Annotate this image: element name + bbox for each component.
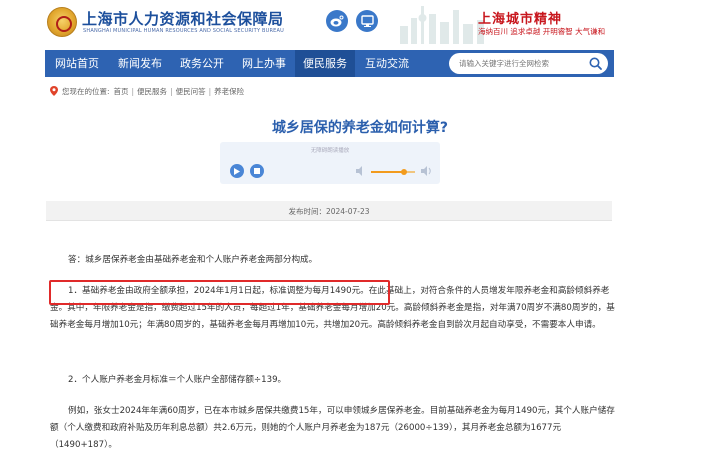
play-button[interactable] bbox=[230, 164, 244, 178]
volume-slider[interactable] bbox=[371, 169, 415, 175]
site-name[interactable]: 上海市人力资源和社会保障局 bbox=[82, 8, 284, 29]
nav-item-gov-info[interactable]: 政务公开 bbox=[171, 50, 233, 77]
paragraph-intro: 答：城乡居保养老金由基础养老金和个人账户养老金两部分构成。 bbox=[68, 255, 318, 265]
site-name-en: SHANGHAI MUNICIPAL HUMAN RESOURCES AND S… bbox=[83, 28, 284, 34]
paragraph-example: 例如，张女士2024年年满60周岁，已在本市城乡居保共缴费15年，可以申领城乡居… bbox=[50, 406, 615, 450]
player-label: 无障碍朗读播放 bbox=[310, 148, 350, 154]
breadcrumb: 您现在的位置: 首页 | 便民服务 | 便民问答 | 养老保险 bbox=[50, 84, 244, 98]
breadcrumb-item-pension[interactable]: 养老保险 bbox=[214, 86, 244, 97]
nav-item-online-service[interactable]: 网上办事 bbox=[233, 50, 295, 77]
volume-low-icon[interactable] bbox=[356, 166, 366, 176]
highlight-annotation bbox=[49, 280, 390, 305]
paragraph-personal-account: 2．个人账户养老金月标准＝个人账户全部储存额÷139。 bbox=[68, 375, 287, 385]
volume-knob[interactable] bbox=[401, 169, 407, 175]
stop-button[interactable] bbox=[250, 164, 264, 178]
nav-item-home[interactable]: 网站首页 bbox=[45, 50, 109, 77]
breadcrumb-item-qa[interactable]: 便民问答 bbox=[176, 86, 206, 97]
site-header: 上海市人力资源和社会保障局 SHANGHAI MUNICIPAL HUMAN R… bbox=[0, 0, 720, 46]
nav-item-news[interactable]: 新闻发布 bbox=[109, 50, 171, 77]
weibo-icon[interactable] bbox=[326, 10, 348, 32]
breadcrumb-separator: | bbox=[131, 86, 135, 96]
publish-date: 发布时间：2024-07-23 bbox=[288, 207, 370, 216]
search-box bbox=[449, 53, 608, 74]
breadcrumb-separator: | bbox=[170, 86, 173, 96]
audio-player: 无障碍朗读播放 bbox=[220, 142, 440, 184]
search-input[interactable] bbox=[459, 56, 579, 71]
main-nav: 网站首页 新闻发布 政务公开 网上办事 便民服务 互动交流 bbox=[45, 50, 614, 77]
volume-fill bbox=[371, 171, 404, 173]
volume-high-icon[interactable] bbox=[421, 166, 433, 176]
nav-item-public-service[interactable]: 便民服务 bbox=[295, 50, 355, 77]
wechat-icon[interactable] bbox=[356, 10, 378, 32]
breadcrumb-prefix: 您现在的位置: bbox=[62, 86, 110, 96]
play-icon bbox=[234, 167, 240, 175]
publish-info-bar: 发布时间：2024-07-23 bbox=[46, 201, 612, 221]
breadcrumb-item-home[interactable]: 首页 bbox=[114, 86, 129, 97]
article-title: 城乡居保的养老金如何计算? bbox=[271, 120, 449, 136]
location-pin-icon bbox=[50, 86, 58, 96]
skyline-decoration bbox=[400, 6, 484, 44]
breadcrumb-separator: | bbox=[208, 86, 212, 96]
city-spirit-subtitle: 海纳百川 追求卓越 开明睿智 大气谦和 bbox=[478, 27, 606, 36]
stop-icon bbox=[254, 168, 260, 174]
breadcrumb-item-public-service[interactable]: 便民服务 bbox=[137, 86, 167, 97]
emblem-icon[interactable] bbox=[47, 7, 77, 37]
city-spirit-title: 上海城市精神 bbox=[478, 12, 563, 27]
nav-item-interaction[interactable]: 互动交流 bbox=[355, 50, 419, 77]
search-icon[interactable] bbox=[589, 57, 602, 70]
